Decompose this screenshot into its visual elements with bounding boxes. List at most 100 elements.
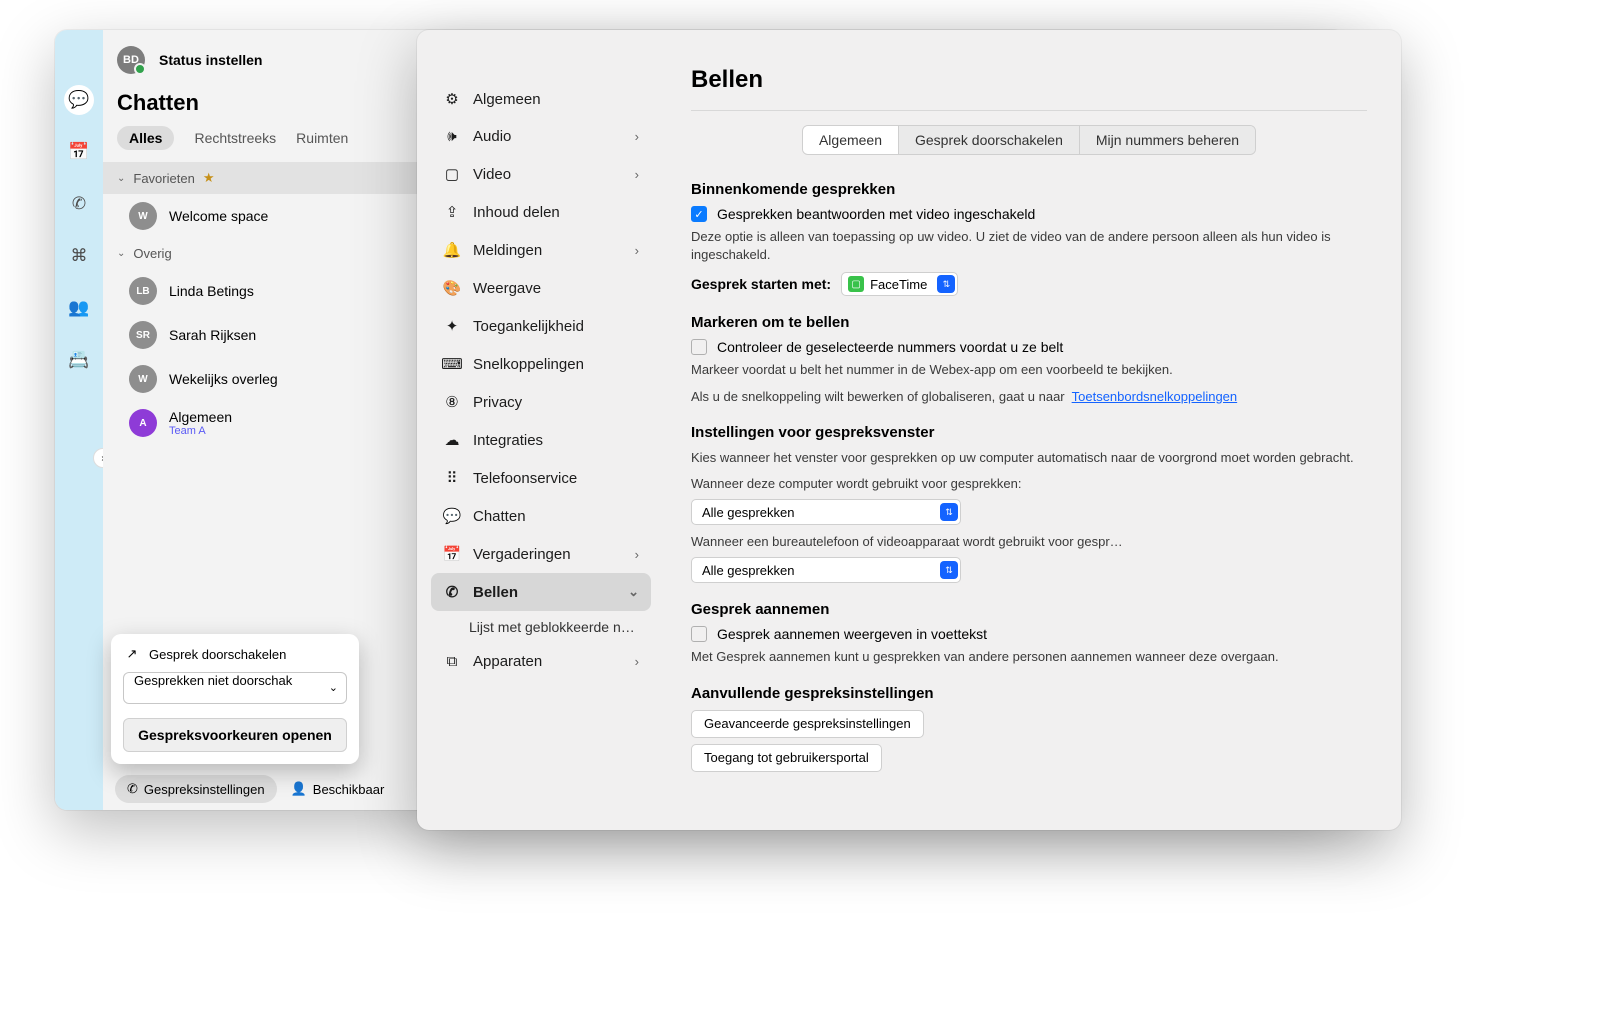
chat-item-algemeen[interactable]: A Algemeen Team A xyxy=(103,401,417,445)
nav-rail: 💬 📅 ✆ ⌘ 👥 📇 › xyxy=(55,30,103,810)
section-favorites-label: Favorieten xyxy=(133,171,194,186)
availability-button[interactable]: 👤 Beschikbaar xyxy=(291,781,385,797)
checkbox-label: Gesprekken beantwoorden met video ingesc… xyxy=(717,206,1035,222)
chat-item-welcome[interactable]: W Welcome space xyxy=(103,194,417,238)
rail-calendar-icon[interactable]: 📅 xyxy=(64,137,94,167)
seg-forward[interactable]: Gesprek doorschakelen xyxy=(899,126,1080,154)
rail-contacts-icon[interactable]: 📇 xyxy=(64,345,94,375)
chat-item-label: Algemeen xyxy=(169,409,232,425)
facetime-icon: ▢ xyxy=(848,276,864,292)
tab-all[interactable]: Alles xyxy=(117,126,174,150)
rail-chat-icon[interactable]: 💬 xyxy=(64,85,94,115)
settings-nav-privacy[interactable]: ⑧Privacy xyxy=(431,383,651,421)
settings-nav-blocked-list[interactable]: Lijst met geblokkeerde num… xyxy=(431,611,651,643)
settings-nav-accessibility[interactable]: ✦Toegankelijkheid xyxy=(431,307,651,345)
rail-calls-icon[interactable]: ✆ xyxy=(64,189,94,219)
checkbox-answer-with-video[interactable]: ✓ xyxy=(691,206,707,222)
settings-nav-shortcuts[interactable]: ⌨Snelkoppelingen xyxy=(431,345,651,383)
call-forward-popover: ↗ Gesprek doorschakelen Gesprekken niet … xyxy=(111,634,359,764)
settings-nav-label: Algemeen xyxy=(473,91,541,108)
desc-mark: Markeer voordat u belt het nummer in de … xyxy=(691,361,1367,379)
select-arrow-icon: ⇅ xyxy=(937,275,955,293)
settings-nav-share[interactable]: ⇪Inhoud delen xyxy=(431,193,651,231)
chevron-right-icon: › xyxy=(635,547,639,562)
chat-icon: 💬 xyxy=(443,507,461,525)
chevron-right-icon: › xyxy=(635,243,639,258)
settings-nav-chat[interactable]: 💬 Chatten xyxy=(431,497,651,535)
heading-mark: Markeren om te bellen xyxy=(691,314,1367,331)
seg-general[interactable]: Algemeen xyxy=(803,126,899,154)
chat-title: Chatten xyxy=(103,90,417,126)
chat-item-linda[interactable]: LB Linda Betings xyxy=(103,269,417,313)
settings-nav-general[interactable]: ⚙︎ Algemeen xyxy=(431,80,651,118)
settings-nav-label: Audio xyxy=(473,128,511,145)
avatar: A xyxy=(129,409,157,437)
chevron-right-icon: › xyxy=(635,129,639,144)
chevron-right-icon: › xyxy=(635,167,639,182)
settings-nav-notifications[interactable]: 🔔Meldingen› xyxy=(431,231,651,269)
dialpad-icon: ⠿ xyxy=(443,469,461,487)
seg-numbers[interactable]: Mijn nummers beheren xyxy=(1080,126,1255,154)
forward-call-icon: ↗ xyxy=(123,646,141,662)
divider xyxy=(691,110,1367,111)
start-with-value: FaceTime xyxy=(870,277,927,292)
settings-nav-label: Integraties xyxy=(473,432,543,449)
link-keyboard-shortcuts[interactable]: Toetsenbordsnelkoppelingen xyxy=(1072,389,1238,404)
select-value: Alle gesprekken xyxy=(702,505,940,520)
call-settings-button[interactable]: ✆ Gespreksinstellingen xyxy=(115,775,277,803)
settings-body: Bellen Algemeen Gesprek doorschakelen Mi… xyxy=(665,30,1401,830)
calendar-icon: 📅 xyxy=(443,545,461,563)
settings-nav-label: Vergaderingen xyxy=(473,546,571,563)
chat-footer: ✆ Gespreksinstellingen 👤 Beschikbaar xyxy=(103,768,417,810)
chat-item-sarah[interactable]: SR Sarah Rijksen xyxy=(103,313,417,357)
checkbox-verify-numbers[interactable] xyxy=(691,339,707,355)
status-set-button[interactable]: Status instellen xyxy=(159,52,262,68)
chat-item-label: Sarah Rijksen xyxy=(169,327,256,343)
settings-nav-label: Chatten xyxy=(473,508,526,525)
rail-teams-icon[interactable]: 👥 xyxy=(64,293,94,323)
select-deskphone-calls[interactable]: Alle gesprekken ⇅ xyxy=(691,557,961,583)
settings-nav-integrations[interactable]: ☁ Integraties xyxy=(431,421,651,459)
settings-nav-phone-service[interactable]: ⠿Telefoonservice xyxy=(431,459,651,497)
settings-nav-devices[interactable]: ⧉Apparaten› xyxy=(431,643,651,680)
popover-title: Gesprek doorschakelen xyxy=(149,647,286,662)
checkbox-show-pickup[interactable] xyxy=(691,626,707,642)
phone-settings-icon: ✆ xyxy=(127,781,138,797)
settings-nav-label: Toegankelijkheid xyxy=(473,318,584,335)
user-avatar[interactable]: BD xyxy=(117,46,145,74)
settings-nav-video[interactable]: ▢Video› xyxy=(431,155,651,193)
avatar: W xyxy=(129,202,157,230)
video-icon: ▢ xyxy=(443,165,461,183)
chevron-down-icon: ⌄ xyxy=(329,681,338,694)
checkbox-label: Controleer de geselecteerde nummers voor… xyxy=(717,339,1063,355)
section-other[interactable]: ⌄ Overig xyxy=(103,238,417,269)
settings-nav-audio[interactable]: 🕪Audio› xyxy=(431,118,651,155)
settings-nav-label: Privacy xyxy=(473,394,522,411)
select-arrow-icon: ⇅ xyxy=(940,561,958,579)
chevron-right-icon: › xyxy=(635,654,639,669)
section-favorites[interactable]: ⌄ Favorieten ★ xyxy=(103,162,417,194)
forward-select[interactable]: Gesprekken niet doorschak ⌄ xyxy=(123,672,347,704)
checkbox-label: Gesprek aannemen weergeven in voettekst xyxy=(717,626,987,642)
settings-nav-calling[interactable]: ✆Bellen⌄ xyxy=(431,573,651,611)
gear-icon: ⚙︎ xyxy=(443,90,461,108)
cloud-icon: ☁ xyxy=(443,431,461,449)
start-with-select[interactable]: ▢ FaceTime ⇅ xyxy=(841,272,958,296)
chevron-down-icon: ⌄ xyxy=(117,173,125,184)
settings-nav-meetings[interactable]: 📅 Vergaderingen › xyxy=(431,535,651,573)
select-computer-calls[interactable]: Alle gesprekken ⇅ xyxy=(691,499,961,525)
btn-advanced-call-settings[interactable]: Geavanceerde gespreksinstellingen xyxy=(691,710,924,738)
tab-rooms[interactable]: Ruimten xyxy=(296,130,348,146)
rail-voicemail-icon[interactable]: ⌘ xyxy=(64,241,94,271)
settings-nav-label: Bellen xyxy=(473,584,518,601)
btn-user-portal[interactable]: Toegang tot gebruikersportal xyxy=(691,744,882,772)
tab-direct[interactable]: Rechtstreeks xyxy=(194,130,276,146)
open-call-prefs-button[interactable]: Gespreksvoorkeuren openen xyxy=(123,718,347,752)
start-with-label: Gesprek starten met: xyxy=(691,276,831,292)
call-settings-label: Gespreksinstellingen xyxy=(144,782,265,797)
chat-item-weekly[interactable]: W Wekelijks overleg xyxy=(103,357,417,401)
shortcut-pretext: Als u de snelkoppeling wilt bewerken of … xyxy=(691,389,1065,404)
settings-nav-appearance[interactable]: 🎨Weergave xyxy=(431,269,651,307)
appearance-icon: 🎨 xyxy=(443,279,461,297)
select-arrow-icon: ⇅ xyxy=(940,503,958,521)
